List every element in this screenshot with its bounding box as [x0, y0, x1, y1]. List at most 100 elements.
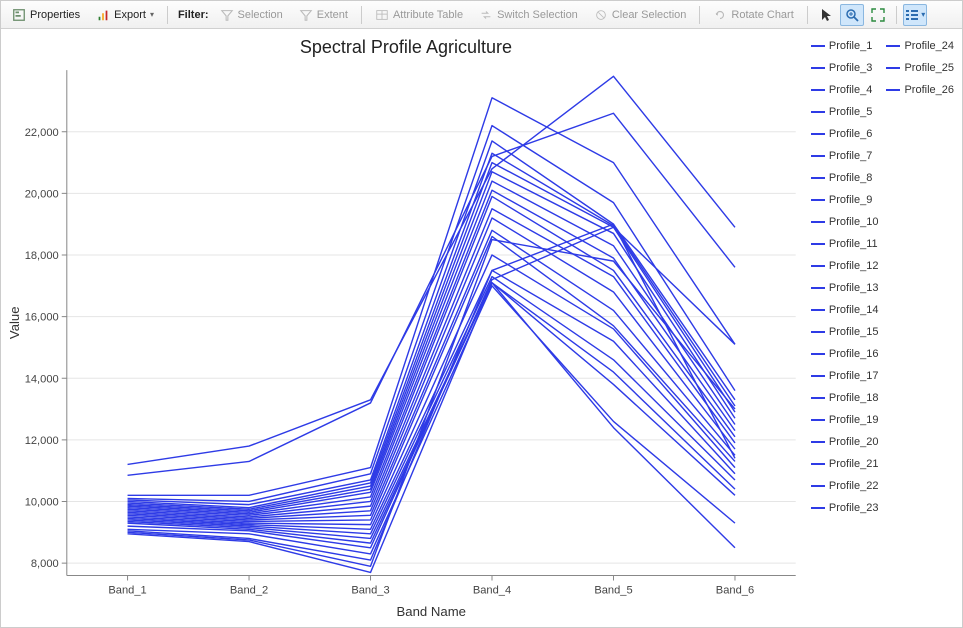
- legend-swatch: [811, 309, 825, 311]
- legend-swatch: [811, 243, 825, 245]
- switch-selection-label: Switch Selection: [497, 9, 578, 21]
- properties-button[interactable]: Properties: [5, 5, 87, 25]
- series-line[interactable]: [128, 227, 735, 547]
- legend-item[interactable]: Profile_10: [811, 213, 879, 231]
- legend-label: Profile_11: [829, 238, 878, 250]
- zoom-icon: [844, 7, 860, 23]
- toolbar: Properties Export ▾ Filter: Selection Ex…: [1, 1, 962, 29]
- svg-text:20,000: 20,000: [25, 188, 59, 200]
- export-button[interactable]: Export ▾: [89, 5, 161, 25]
- legend-item[interactable]: Profile_9: [811, 191, 879, 209]
- filter-selection-button[interactable]: Selection: [213, 5, 290, 25]
- series-line[interactable]: [128, 172, 735, 511]
- svg-text:Band_6: Band_6: [716, 585, 754, 597]
- svg-text:18,000: 18,000: [25, 250, 59, 262]
- legend-item[interactable]: Profile_13: [811, 279, 879, 297]
- legend-label: Profile_14: [829, 304, 879, 316]
- separator: [896, 6, 897, 24]
- switch-selection-button[interactable]: Switch Selection: [472, 5, 585, 25]
- legend-col-2: Profile_24 Profile_25 Profile_26: [886, 37, 954, 619]
- legend-item[interactable]: Profile_12: [811, 257, 879, 275]
- legend-item[interactable]: Profile_25: [886, 59, 954, 77]
- expand-icon: [870, 7, 886, 23]
- legend-item[interactable]: Profile_22: [811, 477, 879, 495]
- svg-text:Band_2: Band_2: [230, 585, 268, 597]
- svg-text:Band_3: Band_3: [351, 585, 389, 597]
- switch-icon: [479, 8, 493, 22]
- legend-item[interactable]: Profile_3: [811, 59, 879, 77]
- legend-swatch: [886, 67, 900, 69]
- legend-item[interactable]: Profile_20: [811, 433, 879, 451]
- legend-item[interactable]: Profile_23: [811, 499, 879, 517]
- rotate-chart-button[interactable]: Rotate Chart: [706, 5, 800, 25]
- legend-swatch: [811, 353, 825, 355]
- legend-item[interactable]: Profile_7: [811, 147, 879, 165]
- legend-label: Profile_24: [904, 40, 954, 52]
- separator: [361, 6, 362, 24]
- properties-label: Properties: [30, 9, 80, 21]
- legend-item[interactable]: Profile_19: [811, 411, 879, 429]
- full-extent-button[interactable]: [866, 4, 890, 26]
- series-line[interactable]: [128, 98, 735, 496]
- dropdown-caret-icon: ▾: [921, 10, 925, 19]
- legend-label: Profile_26: [904, 84, 954, 96]
- legend-swatch: [811, 463, 825, 465]
- svg-text:Band_4: Band_4: [473, 585, 511, 597]
- legend-label: Profile_4: [829, 84, 872, 96]
- legend-swatch: [811, 133, 825, 135]
- legend-label: Profile_10: [829, 216, 879, 228]
- legend-swatch: [886, 89, 900, 91]
- series-line[interactable]: [128, 218, 735, 518]
- separator: [807, 6, 808, 24]
- legend-item[interactable]: Profile_5: [811, 103, 879, 121]
- legend-col-1: Profile_1 Profile_3 Profile_4 Profile_5 Prof…: [811, 37, 879, 619]
- svg-text:16,000: 16,000: [25, 312, 59, 324]
- legend-swatch: [811, 375, 825, 377]
- legend-item[interactable]: Profile_1: [811, 37, 879, 55]
- zoom-tool-button[interactable]: [840, 4, 864, 26]
- legend-swatch: [811, 331, 825, 333]
- legend-item[interactable]: Profile_24: [886, 37, 954, 55]
- legend-toggle-button[interactable]: ▾: [903, 4, 927, 26]
- legend-item[interactable]: Profile_17: [811, 367, 879, 385]
- attribute-table-button[interactable]: Attribute Table: [368, 5, 470, 25]
- legend-item[interactable]: Profile_6: [811, 125, 879, 143]
- legend-item[interactable]: Profile_4: [811, 81, 879, 99]
- legend-swatch: [811, 45, 825, 47]
- properties-icon: [12, 8, 26, 22]
- filter-extent-button[interactable]: Extent: [292, 5, 355, 25]
- svg-text:Band_5: Band_5: [594, 585, 632, 597]
- legend-label: Profile_21: [829, 458, 879, 470]
- legend-item[interactable]: Profile_14: [811, 301, 879, 319]
- legend-item[interactable]: Profile_8: [811, 169, 879, 187]
- legend-swatch: [811, 89, 825, 91]
- svg-text:Band Name: Band Name: [397, 604, 466, 619]
- legend-swatch: [811, 67, 825, 69]
- legend-swatch: [811, 265, 825, 267]
- filter-selection-label: Selection: [238, 9, 283, 21]
- clear-selection-button[interactable]: Clear Selection: [587, 5, 694, 25]
- chart-svg[interactable]: 8,00010,00012,00014,00016,00018,00020,00…: [1, 60, 811, 626]
- filter-extent-label: Extent: [317, 9, 348, 21]
- series-line[interactable]: [128, 126, 735, 502]
- legend-item[interactable]: Profile_15: [811, 323, 879, 341]
- legend-item[interactable]: Profile_26: [886, 81, 954, 99]
- legend-label: Profile_13: [829, 282, 879, 294]
- legend-label: Profile_9: [829, 194, 872, 206]
- legend-item[interactable]: Profile_11: [811, 235, 879, 253]
- legend-label: Profile_5: [829, 106, 872, 118]
- legend-item[interactable]: Profile_18: [811, 389, 879, 407]
- legend-item[interactable]: Profile_16: [811, 345, 879, 363]
- legend-swatch: [811, 441, 825, 443]
- legend-label: Profile_8: [829, 172, 872, 184]
- legend-label: Profile_7: [829, 150, 872, 162]
- legend-item[interactable]: Profile_21: [811, 455, 879, 473]
- export-icon: [96, 8, 110, 22]
- legend-label: Profile_15: [829, 326, 879, 338]
- svg-text:10,000: 10,000: [25, 497, 59, 509]
- pointer-tool-button[interactable]: [814, 4, 838, 26]
- plot-wrap: Spectral Profile Agriculture 8,00010,000…: [1, 29, 811, 627]
- filter-label: Filter:: [174, 9, 211, 21]
- clear-icon: [594, 8, 608, 22]
- export-label: Export: [114, 9, 146, 21]
